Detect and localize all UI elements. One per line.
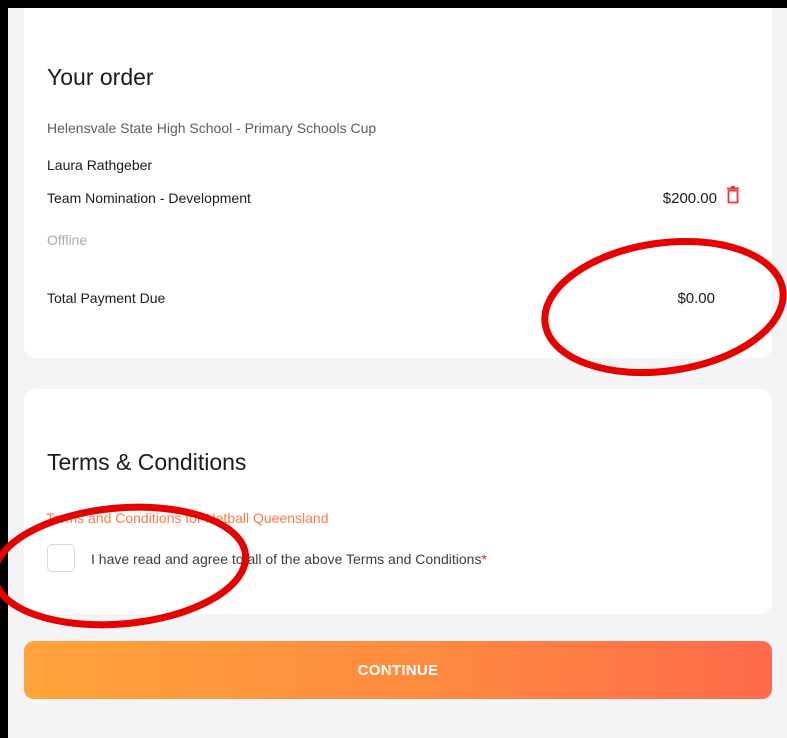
- product-name: Team Nomination - Development: [47, 190, 251, 206]
- trash-icon[interactable]: [726, 186, 740, 204]
- required-marker: *: [481, 551, 487, 567]
- order-summary-card: Your order Helensvale State High School …: [24, 8, 772, 358]
- order-title: Your order: [47, 64, 154, 90]
- participant-name: Laura Rathgeber: [47, 157, 153, 173]
- continue-button[interactable]: CONTINUE: [24, 641, 772, 699]
- total-payment-value: $0.00: [677, 290, 715, 307]
- product-price: $200.00: [662, 190, 717, 207]
- terms-link[interactable]: Terms and Conditions for Netball Queensl…: [46, 510, 329, 526]
- trash-icon-graphic: [727, 186, 739, 204]
- terms-card: Terms & Conditions Terms and Conditions …: [24, 389, 772, 614]
- payment-method: Offline: [47, 232, 88, 248]
- checkout-page: Your order Helensvale State High School …: [8, 8, 787, 738]
- agree-label: I have read and agree to all of the abov…: [91, 551, 487, 567]
- agree-label-text: I have read and agree to all of the abov…: [91, 551, 482, 567]
- agree-checkbox[interactable]: [47, 544, 75, 572]
- event-name: Helensvale State High School - Primary S…: [47, 120, 377, 136]
- terms-title: Terms & Conditions: [47, 449, 247, 475]
- total-payment-label: Total Payment Due: [47, 290, 166, 306]
